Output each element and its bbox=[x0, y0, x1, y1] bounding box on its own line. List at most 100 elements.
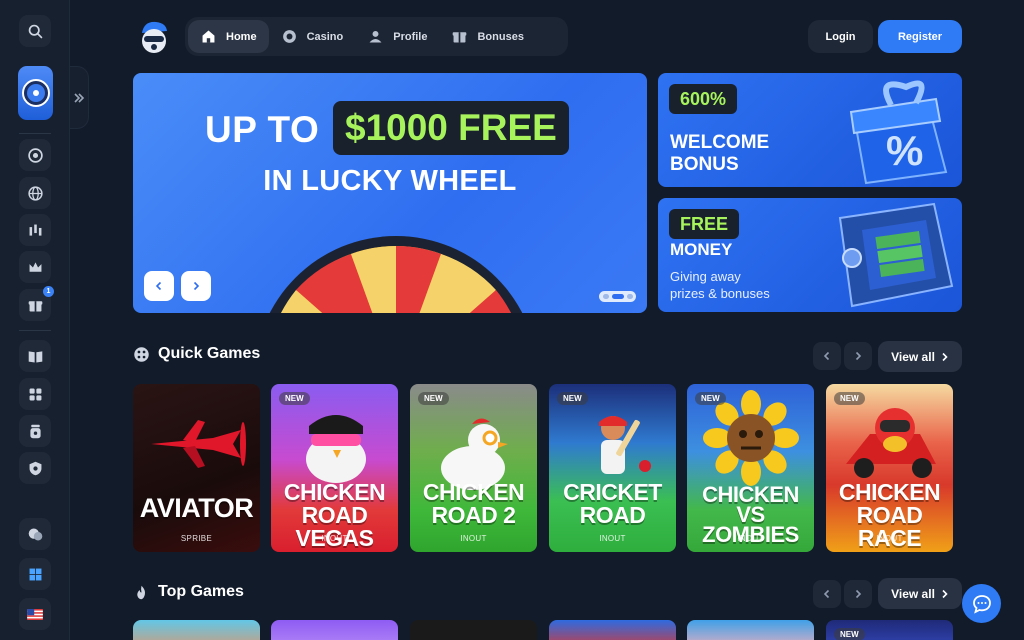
chevron-left-icon bbox=[823, 589, 830, 599]
top-games-next-button[interactable] bbox=[844, 580, 872, 608]
promo-pill-600: 600% bbox=[669, 84, 738, 114]
tab-casino[interactable]: Casino bbox=[269, 20, 356, 53]
svg-text:%: % bbox=[886, 127, 923, 174]
promo-welcome-bonus[interactable]: % 600% WELCOME BONUS bbox=[658, 73, 962, 187]
quick-games-heading: Quick Games bbox=[133, 345, 260, 363]
tab-home[interactable]: Home bbox=[188, 20, 269, 53]
new-badge: NEW bbox=[279, 392, 310, 405]
top-games-prev-button[interactable] bbox=[813, 580, 841, 608]
search-button[interactable] bbox=[19, 15, 51, 47]
chat-bubbles-icon bbox=[28, 528, 42, 540]
top-game-card[interactable] bbox=[271, 620, 398, 640]
promo-sub-line1: Giving away bbox=[670, 269, 741, 284]
sidebar-item-rules[interactable] bbox=[19, 340, 51, 372]
hero-next-button[interactable] bbox=[181, 271, 211, 301]
login-button[interactable]: Login bbox=[808, 20, 873, 53]
promo-free-money[interactable]: FREE MONEY Giving away prizes & bonuses bbox=[658, 198, 962, 312]
game-card-chicken-vs-zombies[interactable]: NEW CHICKEN VS ZOMBIES INOUT bbox=[687, 384, 814, 552]
sidebar-item-support[interactable] bbox=[19, 518, 51, 550]
register-button[interactable]: Register bbox=[878, 20, 962, 53]
game-name: CRICKET ROAD bbox=[563, 479, 662, 528]
hero-pagination[interactable] bbox=[599, 291, 636, 302]
chip-icon bbox=[27, 147, 43, 163]
lucky-wheel-illustration bbox=[269, 236, 523, 313]
search-icon bbox=[28, 24, 42, 38]
quick-games-prev-button[interactable] bbox=[813, 342, 841, 370]
promo-title-bonus: BONUS bbox=[670, 154, 739, 175]
quick-games-view-all[interactable]: View all bbox=[878, 341, 962, 372]
hero-prev-button[interactable] bbox=[144, 271, 174, 301]
home-icon bbox=[202, 30, 215, 43]
quick-games-next-button[interactable] bbox=[844, 342, 872, 370]
hero-line1: UP TO bbox=[205, 109, 320, 150]
game-card-chicken-road-vegas[interactable]: NEW CHICKEN ROAD VEGAS INOUT bbox=[271, 384, 398, 552]
top-game-card[interactable] bbox=[687, 620, 814, 640]
sidebar-item-promo[interactable] bbox=[19, 415, 51, 447]
chicken-mascot-icon bbox=[441, 418, 508, 490]
chart-bars-icon bbox=[29, 224, 41, 236]
top-game-card[interactable] bbox=[410, 620, 537, 640]
plane-icon bbox=[151, 420, 246, 468]
sidebar-item-casino[interactable] bbox=[19, 139, 51, 171]
sidebar-item-windows-app[interactable] bbox=[19, 558, 51, 590]
tab-bonuses[interactable]: Bonuses bbox=[439, 20, 535, 53]
race-chicken-icon bbox=[846, 408, 936, 478]
hero-banner[interactable]: UP TO $1000 FREE IN LUCKY WHEEL bbox=[133, 73, 647, 313]
tab-casino-label: Casino bbox=[306, 30, 344, 43]
pagination-dot[interactable] bbox=[626, 294, 633, 299]
top-game-card[interactable] bbox=[133, 620, 260, 640]
sidebar-item-globe[interactable] bbox=[19, 177, 51, 209]
site-logo[interactable] bbox=[136, 19, 170, 55]
pagination-dot[interactable] bbox=[602, 294, 609, 299]
tab-home-label: Home bbox=[226, 30, 257, 43]
tab-profile-label: Profile bbox=[393, 30, 428, 43]
main-nav: Home Casino Profile Bonuses bbox=[185, 17, 568, 56]
sidebar-item-games[interactable] bbox=[19, 378, 51, 410]
live-chat-button[interactable] bbox=[962, 584, 1001, 623]
chip-icon bbox=[282, 30, 296, 43]
sidebar-expand-button[interactable] bbox=[70, 66, 89, 129]
top-games-heading: Top Games bbox=[133, 583, 244, 601]
top-game-card[interactable] bbox=[549, 620, 676, 640]
sidebar-item-security[interactable] bbox=[19, 452, 51, 484]
sidebar-item-gifts[interactable]: 1 bbox=[19, 286, 54, 321]
gift-icon bbox=[453, 32, 467, 43]
promo-sub-line2: prizes & bonuses bbox=[670, 286, 770, 301]
hero-highlight: $1000 FREE bbox=[333, 101, 569, 155]
sidebar-item-sports[interactable] bbox=[19, 214, 51, 246]
chicken-mascot-icon bbox=[306, 415, 366, 483]
dice-icon bbox=[134, 346, 149, 362]
top-game-card[interactable]: NEW bbox=[826, 620, 953, 640]
sidebar-divider bbox=[19, 133, 51, 134]
game-card-aviator[interactable]: AVIATOR SPRIBE bbox=[133, 384, 260, 552]
tab-profile[interactable]: Profile bbox=[355, 20, 439, 53]
notification-badge: 1 bbox=[43, 286, 54, 297]
chevron-right-icon bbox=[942, 352, 948, 361]
chevron-left-icon bbox=[155, 281, 162, 291]
chevron-right-icon bbox=[942, 589, 948, 598]
game-name: AVIATOR bbox=[139, 493, 254, 523]
game-provider: INOUT bbox=[321, 534, 348, 543]
puzzle-icon bbox=[29, 388, 41, 400]
jar-icon bbox=[29, 424, 41, 438]
game-card-chicken-road-2[interactable]: NEW CHICKEN ROAD 2 INOUT bbox=[410, 384, 537, 552]
game-provider: INOUT bbox=[737, 534, 764, 543]
new-badge: NEW bbox=[834, 628, 865, 640]
sidebar-item-vip[interactable] bbox=[19, 251, 51, 283]
safe-with-money-illustration bbox=[838, 202, 954, 308]
chevron-right-icon bbox=[855, 589, 862, 599]
game-card-chicken-road-race[interactable]: NEW CHICKEN ROAD RACE INOUT bbox=[826, 384, 953, 552]
view-all-label: View all bbox=[891, 349, 935, 364]
windows-icon bbox=[29, 568, 41, 580]
top-games-view-all[interactable]: View all bbox=[878, 578, 962, 609]
game-provider: INOUT bbox=[599, 534, 626, 543]
pagination-dot-active[interactable] bbox=[611, 294, 624, 299]
user-icon bbox=[369, 30, 382, 43]
game-card-cricket-road[interactable]: NEW CRICKET ROAD INOUT bbox=[549, 384, 676, 552]
lucky-wheel-thumbnail[interactable] bbox=[18, 66, 53, 120]
chevron-right-icon bbox=[855, 351, 862, 361]
book-icon bbox=[28, 350, 42, 362]
promo-pill-free: FREE bbox=[669, 209, 740, 239]
double-chevron-right-icon bbox=[74, 92, 85, 103]
language-selector[interactable] bbox=[19, 598, 51, 630]
